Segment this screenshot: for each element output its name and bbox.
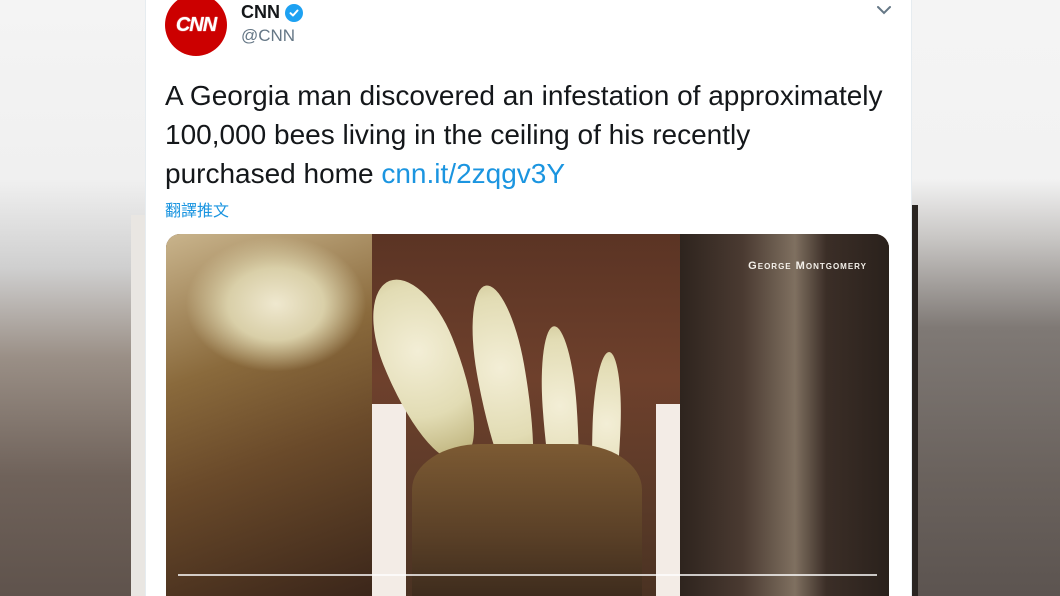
chevron-down-icon[interactable] <box>875 2 893 18</box>
verified-badge-icon <box>285 3 303 22</box>
video-blur-right <box>680 234 889 596</box>
video-progress-bar[interactable] <box>178 574 877 576</box>
tweet-card[interactable]: CNN CNN @CNN A Georgia man discovered an… <box>145 0 912 596</box>
display-name[interactable]: CNN <box>241 2 280 23</box>
video-frame-beehive <box>355 234 680 596</box>
tweet-text: A Georgia man discovered an infestation … <box>165 76 885 193</box>
background-right-blur <box>910 0 1060 596</box>
author-name-row: CNN <box>241 2 303 23</box>
video-credit: George Montgomery <box>748 260 867 272</box>
tweet-link[interactable]: cnn.it/2zqgv3Y <box>381 158 565 189</box>
background-left-blur <box>0 0 145 596</box>
cnn-logo: CNN <box>175 13 217 36</box>
tweet-video[interactable]: George Montgomery <box>166 234 889 596</box>
avatar[interactable]: CNN <box>165 0 227 56</box>
video-blur-left <box>166 234 372 596</box>
translate-tweet-link[interactable]: 翻譯推文 <box>165 197 229 221</box>
honeycomb <box>355 267 495 471</box>
handle[interactable]: @CNN <box>241 26 295 46</box>
